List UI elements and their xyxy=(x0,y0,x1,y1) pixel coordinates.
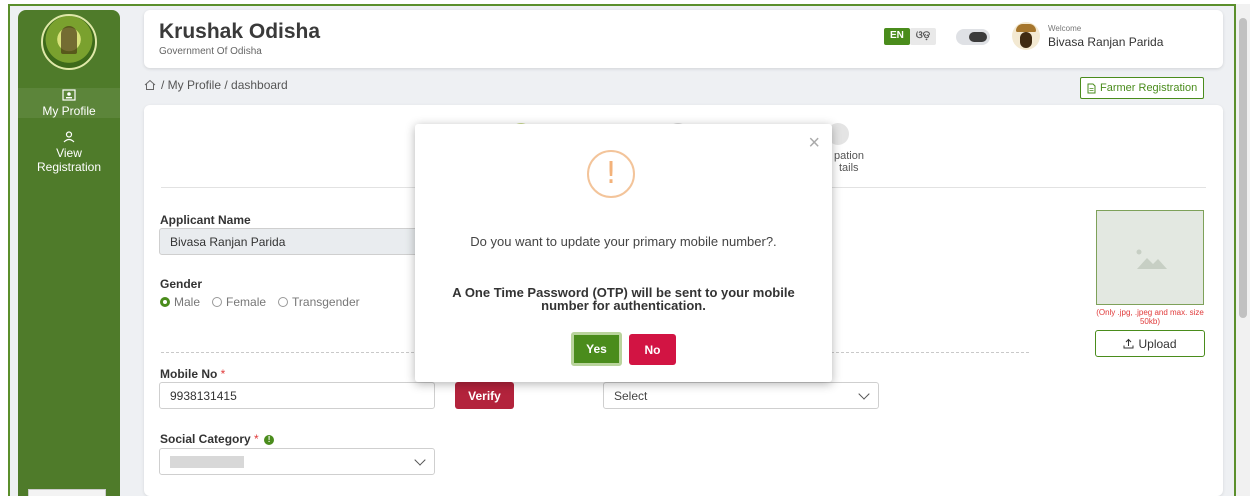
photo-size-note: (Only .jpg, .jpeg and max. size 50kb) xyxy=(1096,308,1204,326)
farmer-registration-button[interactable]: Farmer Registration xyxy=(1080,77,1205,99)
chevron-down-icon xyxy=(414,454,426,466)
gender-radio-group: Male Female Transgender xyxy=(160,295,360,309)
gender-option-transgender[interactable]: Transgender xyxy=(278,295,360,309)
gender-option-male[interactable]: Male xyxy=(160,295,200,309)
gender-option-female[interactable]: Female xyxy=(212,295,266,309)
krushak-odisha-logo xyxy=(41,14,97,70)
person-icon xyxy=(63,131,75,143)
social-category-label: Social Category * ! xyxy=(160,432,275,446)
home-icon[interactable] xyxy=(144,79,156,91)
sidebar-item-label: My Profile xyxy=(42,104,96,118)
select-dropdown[interactable]: Select xyxy=(603,382,879,409)
lang-odia-button[interactable]: ଓଡ଼ xyxy=(909,28,937,45)
dialog-otp-notice: A One Time Password (OTP) will be sent t… xyxy=(452,285,795,313)
breadcrumb-path: / My Profile / dashboard xyxy=(161,78,288,92)
page-scrollbar[interactable] xyxy=(1236,4,1250,496)
step-label-line2: tails xyxy=(839,162,859,174)
dialog-question: Do you want to update your primary mobil… xyxy=(470,234,777,249)
upload-icon xyxy=(1123,338,1134,349)
radio-icon xyxy=(278,297,289,307)
mobile-no-label-text: Mobile No xyxy=(160,367,218,381)
mobile-no-value: 9938131415 xyxy=(170,388,237,403)
lang-en-button[interactable]: EN xyxy=(884,28,910,45)
chevron-down-icon xyxy=(858,388,870,400)
scrollbar-thumb[interactable] xyxy=(1239,18,1247,318)
gender-option-label: Transgender xyxy=(292,295,360,309)
no-button[interactable]: No xyxy=(629,334,676,365)
warning-icon: ! xyxy=(587,150,635,198)
applicant-name-label: Applicant Name xyxy=(160,213,251,227)
image-placeholder-icon xyxy=(1136,249,1167,269)
required-mark: * xyxy=(220,367,226,381)
step-label-occupation: pation tails xyxy=(834,150,864,174)
mobile-no-label: Mobile No * xyxy=(160,367,225,381)
social-category-label-text: Social Category xyxy=(160,432,251,446)
avatar[interactable] xyxy=(1012,22,1040,50)
gender-label: Gender xyxy=(160,277,203,291)
language-switch[interactable]: EN ଓଡ଼ xyxy=(884,28,937,45)
photo-placeholder xyxy=(1096,210,1204,305)
theme-toggle[interactable] xyxy=(956,29,990,45)
yes-button[interactable]: Yes xyxy=(571,332,622,366)
gender-option-label: Female xyxy=(226,295,267,309)
app-subtitle: Government Of Odisha xyxy=(159,46,262,57)
close-icon[interactable]: × xyxy=(808,132,820,155)
verify-button[interactable]: Verify xyxy=(455,382,514,409)
farmer-registration-label: Farmer Registration xyxy=(1100,82,1198,94)
breadcrumb: / My Profile / dashboard xyxy=(144,78,288,92)
sidebar-item-view-registration[interactable]: View Registration xyxy=(18,130,120,174)
select-placeholder: Select xyxy=(614,388,648,403)
info-icon[interactable]: ! xyxy=(264,434,275,445)
mobile-no-input[interactable]: 9938131415 xyxy=(159,382,435,409)
sidebar-item-my-profile[interactable]: My Profile xyxy=(18,88,120,118)
app-title: Krushak Odisha xyxy=(159,20,321,43)
required-mark: * xyxy=(254,432,259,446)
top-header: Krushak Odisha Government Of Odisha EN ଓ… xyxy=(144,10,1223,68)
social-category-select[interactable] xyxy=(159,448,435,475)
welcome-label: Welcome xyxy=(1048,24,1082,33)
redacted-value xyxy=(170,456,244,468)
id-card-icon xyxy=(62,89,76,101)
radio-selected-icon xyxy=(160,297,170,307)
upload-button[interactable]: Upload xyxy=(1095,330,1205,357)
step-label-line1: pation xyxy=(834,150,864,162)
applicant-name-field: Bivasa Ranjan Parida xyxy=(159,228,429,255)
sidebar: My Profile View Registration xyxy=(18,10,120,496)
upload-label: Upload xyxy=(1138,336,1177,351)
user-name: Bivasa Ranjan Parida xyxy=(1048,35,1164,49)
gender-option-label: Male xyxy=(174,295,201,309)
radio-icon xyxy=(212,297,223,307)
confirm-dialog: × ! Do you want to update your primary m… xyxy=(415,124,832,382)
applicant-name-value: Bivasa Ranjan Parida xyxy=(170,234,286,249)
bottom-tab xyxy=(28,489,106,496)
document-icon xyxy=(1087,83,1096,93)
sidebar-item-label: View Registration xyxy=(36,146,102,174)
